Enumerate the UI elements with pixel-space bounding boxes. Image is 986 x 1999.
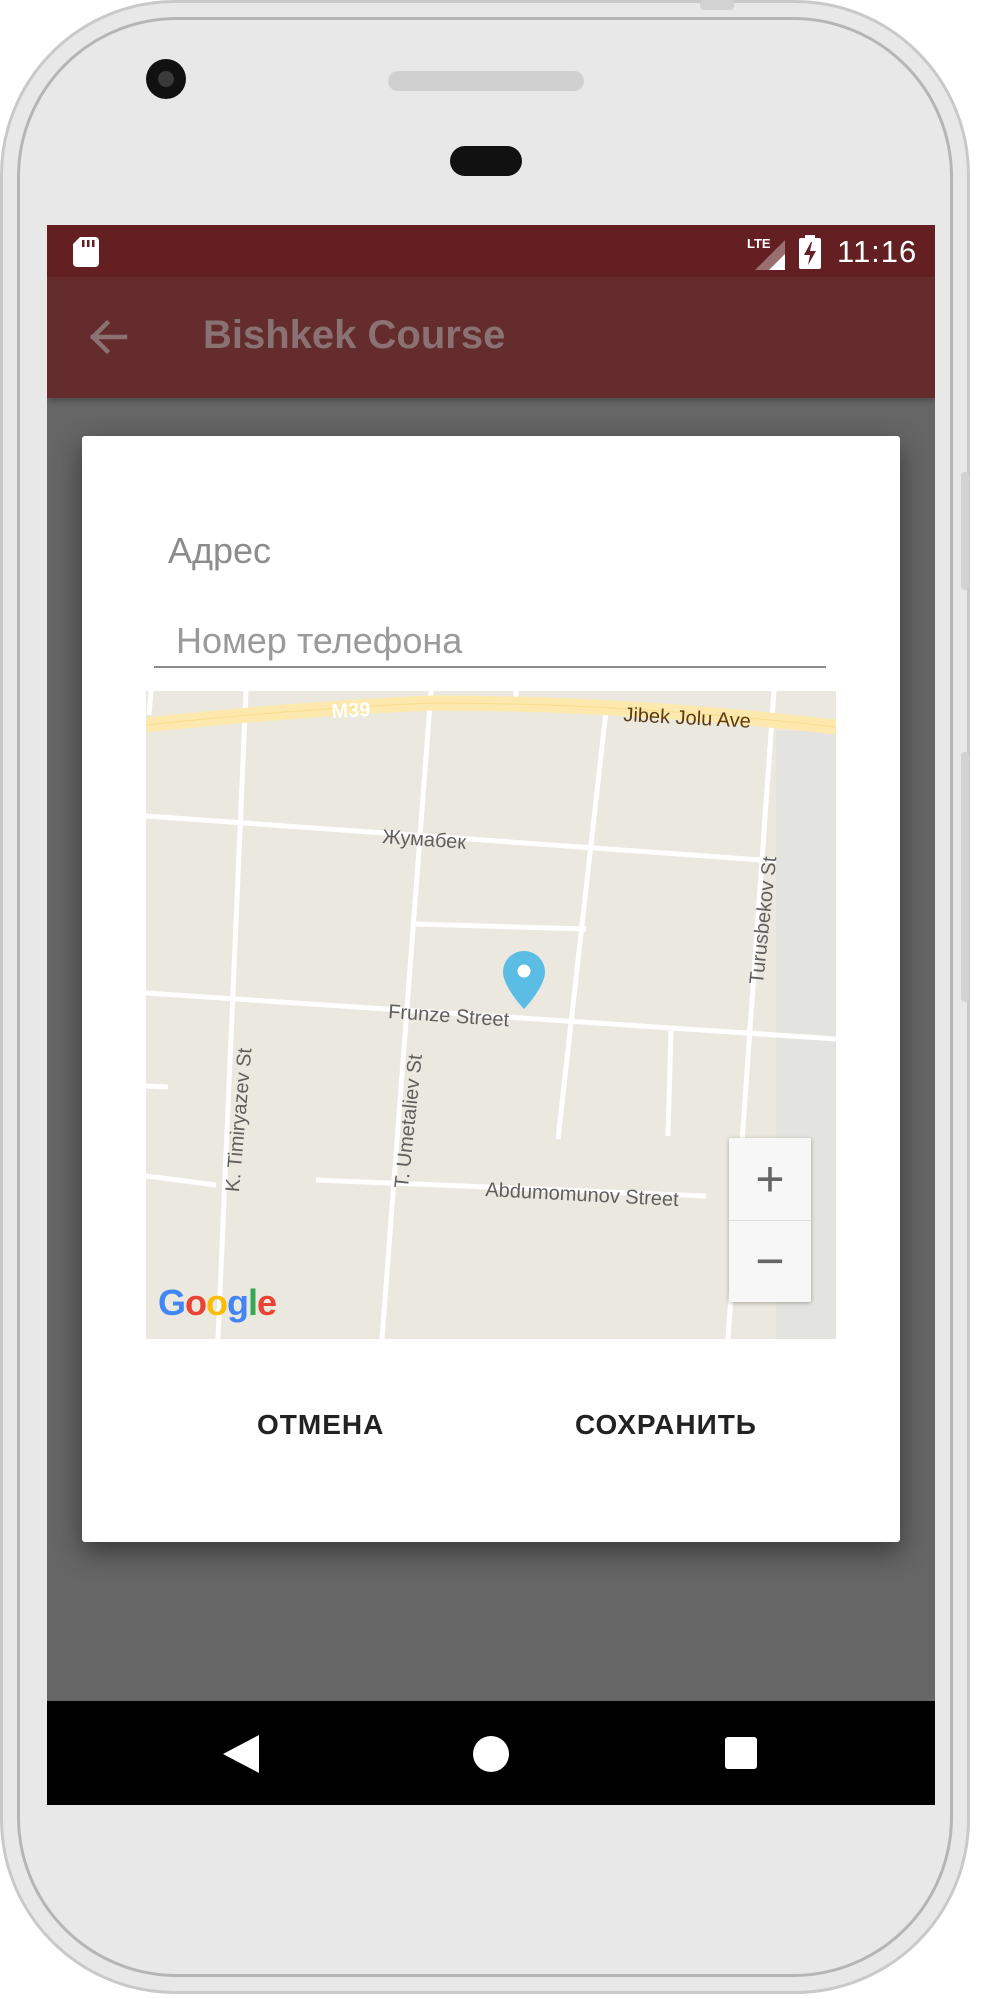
app-toolbar: Bishkek Course xyxy=(47,277,935,398)
cancel-button[interactable]: ОТМЕНА xyxy=(257,1409,384,1441)
phone-number-input[interactable] xyxy=(154,616,826,668)
map-zoom-controls: + − xyxy=(729,1138,811,1302)
google-logo-letter: o xyxy=(185,1282,207,1323)
google-logo-letter: o xyxy=(206,1282,228,1323)
save-button[interactable]: СОХРАНИТЬ xyxy=(575,1409,757,1441)
home-circle-icon[interactable] xyxy=(473,1736,509,1772)
network-type-label: LTE xyxy=(747,236,771,251)
volume-button xyxy=(961,472,969,590)
google-logo-letter: l xyxy=(248,1282,258,1323)
location-pin-icon[interactable] xyxy=(503,951,545,1009)
screen: LTE 11:16 Bishkek Course Адрес Номер тел… xyxy=(47,225,935,1805)
status-time: 11:16 xyxy=(837,234,918,269)
zoom-in-button[interactable]: + xyxy=(729,1138,811,1221)
address-label: Адрес xyxy=(168,530,272,571)
google-logo-letter: e xyxy=(257,1282,277,1323)
status-bar: LTE 11:16 xyxy=(47,225,935,277)
edit-address-dialog: Адрес Номер телефона M39 Jibek Jolu Ave … xyxy=(82,436,900,1542)
earpiece-speaker xyxy=(388,71,584,91)
map-view[interactable]: M39 Jibek Jolu Ave Жумабек Turusbekov St… xyxy=(146,691,836,1339)
street-label-m39: M39 xyxy=(331,698,372,723)
front-camera xyxy=(146,59,186,99)
sd-card-icon xyxy=(73,237,99,267)
recents-square-icon[interactable] xyxy=(725,1737,757,1769)
google-logo-letter: g xyxy=(227,1282,249,1323)
lte-signal-icon: LTE xyxy=(747,236,785,270)
navigation-bar xyxy=(47,1701,935,1805)
power-button xyxy=(961,752,969,1002)
app-title: Bishkek Course xyxy=(203,313,506,357)
back-triangle-icon[interactable] xyxy=(223,1735,259,1773)
proximity-sensor xyxy=(450,146,522,176)
zoom-out-button[interactable]: − xyxy=(729,1220,811,1302)
arrow-back-icon[interactable] xyxy=(85,315,129,359)
top-edge-accent xyxy=(700,0,734,10)
battery-charging-icon xyxy=(799,235,821,269)
google-logo-letter: G xyxy=(158,1282,186,1323)
google-logo[interactable]: Google xyxy=(158,1282,277,1324)
